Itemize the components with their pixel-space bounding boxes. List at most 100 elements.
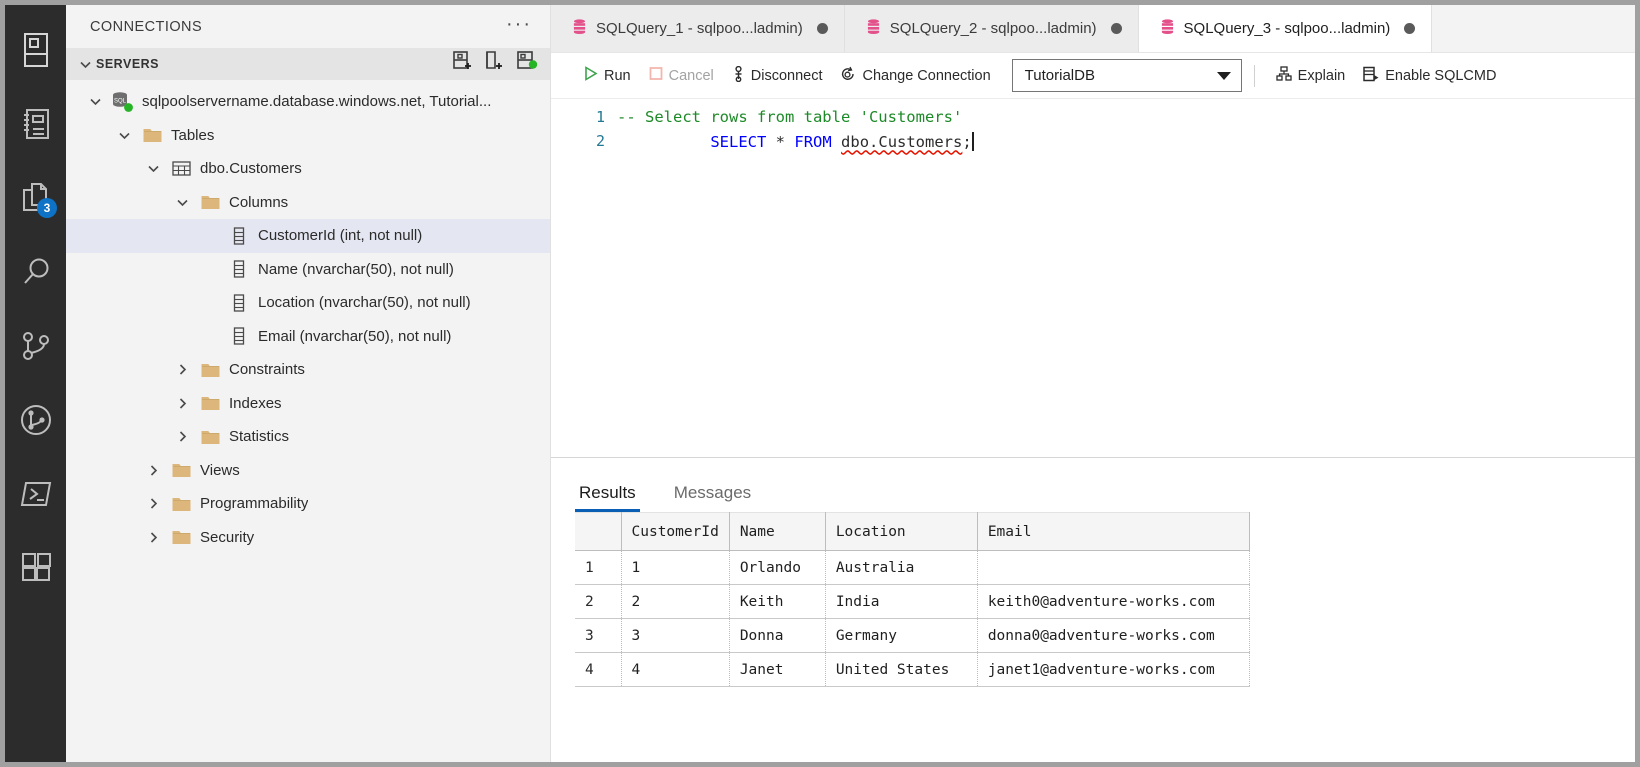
disconnect-icon (732, 65, 745, 86)
cell-customerid[interactable]: 4 (621, 652, 730, 687)
tree-item-sqlpoolservername.database.windows.net[interactable]: SQL sqlpoolservername.database.windows.n… (66, 85, 550, 119)
table-row[interactable]: 3 3 Donna Germany donna0@adventure-works.com (575, 618, 1250, 653)
editor-tab-3[interactable]: SQLQuery_3 - sqlpoo...ladmin) (1138, 5, 1433, 52)
tab-messages[interactable]: Messages (670, 483, 755, 512)
cell-customerid[interactable]: 1 (621, 550, 730, 585)
chevron-down-icon[interactable] (167, 196, 197, 209)
tree-item-email[interactable]: Email (nvarchar(50), not null) (66, 320, 550, 354)
unsaved-indicator-icon[interactable] (1110, 23, 1122, 34)
unsaved-indicator-icon[interactable] (816, 23, 828, 34)
cell-location[interactable]: Australia (825, 550, 978, 585)
tree-item-label: Columns (229, 193, 289, 211)
sidebar-title: CONNECTIONS (90, 18, 203, 35)
tree-item-indexes[interactable]: Indexes (66, 387, 550, 421)
cell-name[interactable]: Orlando (729, 550, 826, 585)
run-button[interactable]: Run (575, 62, 640, 89)
disconnect-button[interactable]: Disconnect (723, 62, 832, 90)
cell-location[interactable]: United States (825, 652, 978, 687)
activity-item-source-control[interactable] (5, 309, 66, 383)
activity-item-notebooks[interactable] (5, 87, 66, 161)
svg-text:SQL: SQL (114, 98, 127, 104)
unsaved-indicator-icon[interactable] (1404, 23, 1416, 34)
cancel-button[interactable]: Cancel (640, 62, 723, 89)
tree-item-label: Email (nvarchar(50), not null) (258, 327, 452, 345)
chevron-right-icon[interactable] (167, 363, 197, 376)
cell-name[interactable]: Donna (729, 618, 826, 653)
activity-item-terminal[interactable] (5, 457, 66, 531)
folder-icon (168, 462, 194, 478)
cell-location[interactable]: Germany (825, 618, 978, 653)
column-header-customerid[interactable]: CustomerId (621, 512, 730, 551)
cancel-label: Cancel (668, 67, 714, 84)
chevron-down-icon[interactable] (138, 162, 168, 175)
editor-tab-1[interactable]: SQLQuery_1 - sqlpoo...ladmin) (551, 5, 845, 52)
column-header-email[interactable]: Email (977, 512, 1250, 551)
tree-item-constraints[interactable]: Constraints (66, 353, 550, 387)
tree-item-dbo.customers[interactable]: dbo.Customers (66, 152, 550, 186)
chevron-right-icon[interactable] (167, 430, 197, 443)
table-row[interactable]: 4 4 Janet United States janet1@adventure-wor… (575, 652, 1250, 687)
enable-sqlcmd-label: Enable SQLCMD (1385, 67, 1497, 84)
column-header-location[interactable]: Location (825, 512, 978, 551)
new-connection-icon[interactable] (452, 51, 472, 77)
chevron-right-icon[interactable] (138, 531, 168, 544)
sql-semicolon: ; (962, 132, 972, 151)
chevron-down-icon[interactable] (109, 129, 139, 142)
activity-item-search[interactable] (5, 235, 66, 309)
cell-customerid[interactable]: 3 (621, 618, 730, 653)
activity-item-explorer[interactable]: 3 (5, 161, 66, 235)
change-connection-label: Change Connection (862, 67, 991, 84)
tab-results[interactable]: Results (575, 483, 640, 512)
cell-name[interactable]: Keith (729, 584, 826, 619)
tree-item-label: Programmability (200, 495, 309, 513)
tree-item-programmability[interactable]: Programmability (66, 487, 550, 521)
extensions-icon (20, 552, 52, 584)
activity-item-servers[interactable] (5, 13, 66, 87)
sql-star: * (775, 132, 786, 151)
tree-item-name[interactable]: Name (nvarchar(50), not null) (66, 253, 550, 287)
explain-button[interactable]: Explain (1267, 62, 1355, 89)
column-header-name[interactable]: Name (729, 512, 826, 551)
sidebar-more-actions-button[interactable]: ··· (506, 14, 532, 35)
chevron-right-icon[interactable] (167, 397, 197, 410)
editor-tab-2[interactable]: SQLQuery_2 - sqlpoo...ladmin) (844, 5, 1139, 52)
enable-sqlcmd-button[interactable]: Enable SQLCMD (1354, 62, 1505, 90)
tree-item-location[interactable]: Location (nvarchar(50), not null) (66, 286, 550, 320)
chevron-right-icon[interactable] (138, 497, 168, 510)
results-grid-wrapper: CustomerId Name Location Email 1 1 Orlando… (551, 512, 1635, 762)
new-server-group-icon[interactable] (484, 51, 504, 77)
activity-item-git-graph[interactable] (5, 383, 66, 457)
cell-email[interactable]: donna0@adventure-works.com (977, 618, 1250, 653)
manage-connection-icon[interactable] (516, 51, 538, 77)
cell-email[interactable]: keith0@adventure-works.com (977, 584, 1250, 619)
chevron-right-icon[interactable] (138, 464, 168, 477)
tree-item-statistics[interactable]: Statistics (66, 420, 550, 454)
tree-item-tables[interactable]: Tables (66, 119, 550, 153)
git-graph-icon (19, 403, 53, 437)
sql-code-editor[interactable]: 1 -- Select rows from table 'Customers' … (551, 99, 1635, 457)
run-label: Run (604, 67, 631, 84)
cell-location[interactable]: India (825, 584, 978, 619)
change-connection-button[interactable]: Change Connection (831, 62, 999, 90)
row-number: 2 (575, 584, 622, 619)
cell-name[interactable]: Janet (729, 652, 826, 687)
table-row[interactable]: 1 1 Orlando Australia (575, 550, 1250, 585)
cell-email[interactable] (977, 550, 1250, 585)
tree-item-views[interactable]: Views (66, 454, 550, 488)
table-row[interactable]: 2 2 Keith India keith0@adventure-works.com (575, 584, 1250, 619)
tree-item-label: Indexes (229, 394, 282, 412)
tree-item-security[interactable]: Security (66, 521, 550, 555)
database-icon (573, 18, 586, 39)
tree-item-customerid[interactable]: CustomerId (int, not null) (66, 219, 550, 253)
cell-email[interactable]: janet1@adventure-works.com (977, 652, 1250, 687)
grid-header-row: CustomerId Name Location Email (575, 512, 1250, 551)
tree-item-columns[interactable]: Columns (66, 186, 550, 220)
chevron-down-icon[interactable] (80, 95, 110, 108)
database-dropdown[interactable]: TutorialDB (1011, 59, 1242, 92)
tree-item-label: Location (nvarchar(50), not null) (258, 294, 471, 312)
tree-item-label: dbo.Customers (200, 160, 302, 178)
results-grid[interactable]: CustomerId Name Location Email 1 1 Orlando… (575, 512, 1250, 687)
cell-customerid[interactable]: 2 (621, 584, 730, 619)
servers-section-header[interactable]: SERVERS (66, 48, 550, 80)
activity-item-extensions[interactable] (5, 531, 66, 605)
